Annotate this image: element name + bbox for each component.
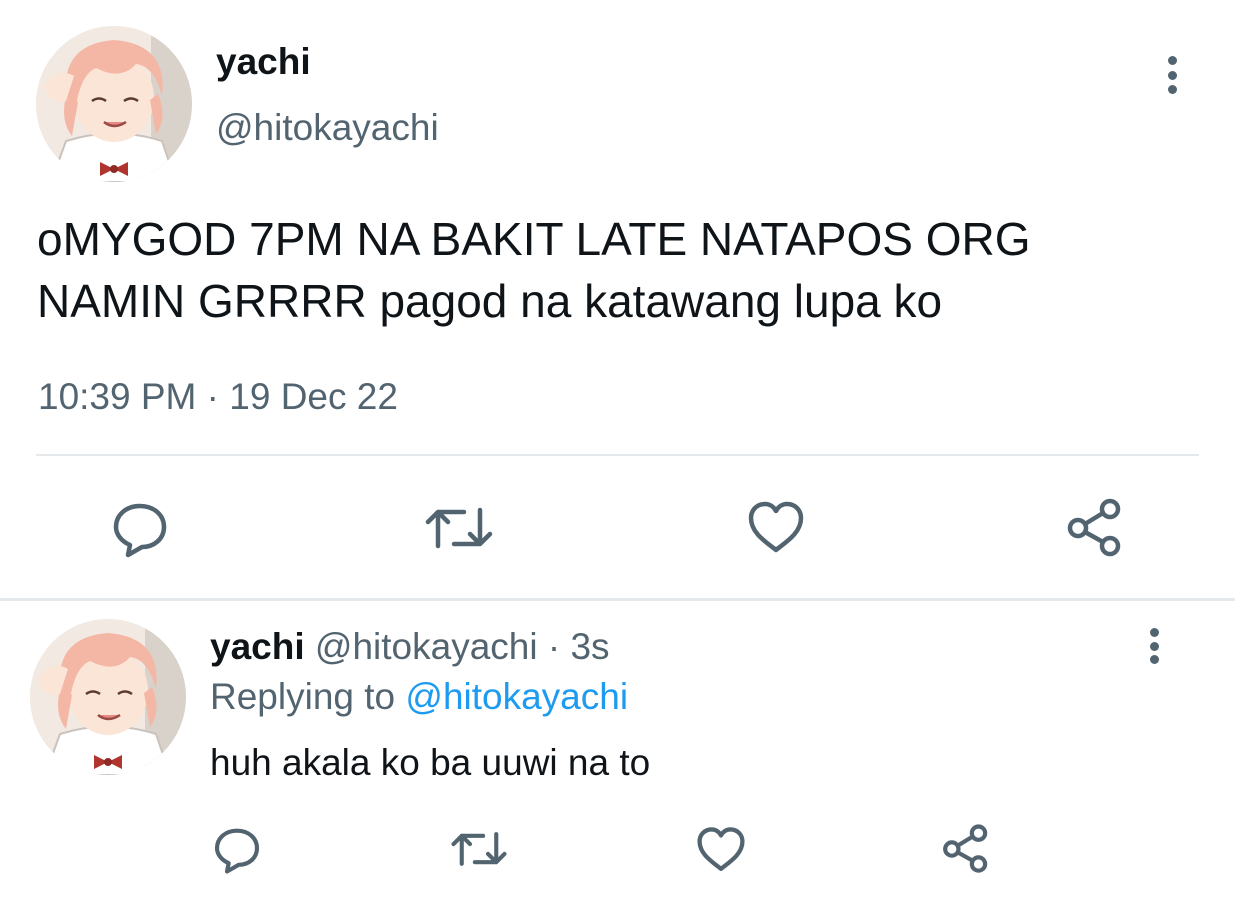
replying-to-label: Replying to: [210, 676, 396, 717]
divider: [36, 454, 1199, 456]
avatar[interactable]: [36, 26, 192, 182]
reply-text: huh akala ko ba uuwi na to: [210, 742, 651, 783]
reply-display-name[interactable]: yachi: [210, 626, 305, 667]
reply-relative-time: · 3s: [547, 626, 610, 667]
retweet-icon[interactable]: [424, 500, 494, 556]
section-divider: [0, 598, 1235, 601]
tweet-date: 19 Dec 22: [229, 376, 398, 417]
replying-to: Replying to @hitokayachi: [210, 674, 628, 720]
separator-dot: ·: [206, 376, 219, 417]
reply-more-options-icon[interactable]: [1147, 628, 1161, 664]
reply-share-icon[interactable]: [940, 824, 992, 874]
tweet-text-line-1: oMYGOD 7PM NA BAKIT LATE NATAPOS ORG: [37, 213, 1031, 265]
timestamp[interactable]: 10:39 PM · 19 Dec 22: [38, 374, 398, 420]
tweet-text: oMYGOD 7PM NA BAKIT LATE NATAPOS ORG NAM…: [37, 208, 1031, 332]
tweet-time: 10:39 PM: [38, 376, 197, 417]
reply-avatar[interactable]: [30, 619, 186, 775]
like-icon[interactable]: [746, 500, 806, 556]
tweet-text-line-2: NAMIN GRRRR pagod na katawang lupa ko: [37, 275, 943, 327]
more-options-icon[interactable]: [1165, 56, 1179, 94]
reply-header: yachi @hitokayachi · 3s: [210, 624, 610, 670]
reply-reply-icon[interactable]: [212, 824, 262, 874]
reply-retweet-icon[interactable]: [450, 826, 508, 872]
user-handle[interactable]: @hitokayachi: [216, 104, 439, 152]
share-icon[interactable]: [1064, 498, 1126, 558]
display-name[interactable]: yachi: [216, 38, 311, 86]
reply-user-handle[interactable]: @hitokayachi: [315, 626, 538, 667]
reply-like-icon[interactable]: [695, 826, 747, 874]
replying-to-handle-link[interactable]: @hitokayachi: [405, 676, 628, 717]
reply-icon[interactable]: [110, 498, 170, 558]
